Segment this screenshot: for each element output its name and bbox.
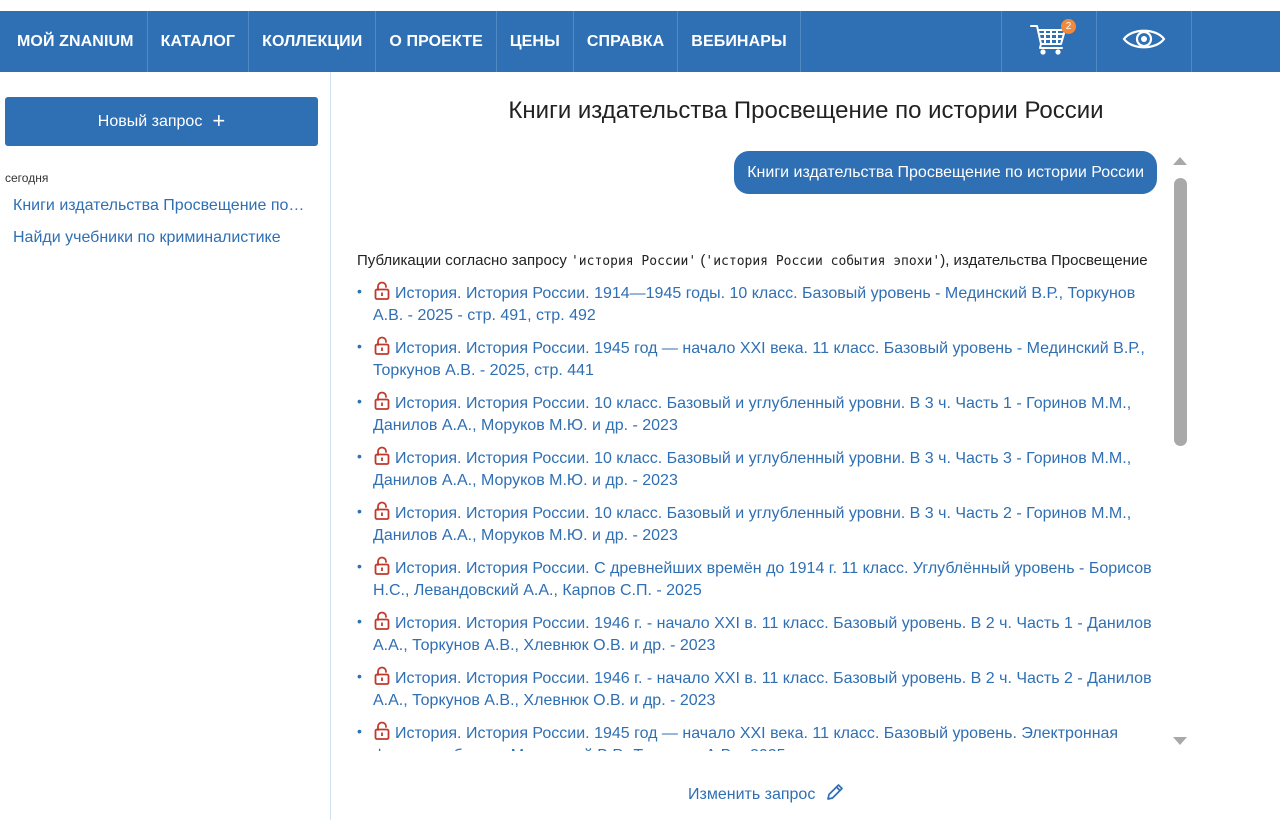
- nav-spacer: [801, 11, 1002, 72]
- nav-tail: [1192, 11, 1280, 72]
- result-item: • История. История России. С древнейших в…: [357, 556, 1152, 599]
- results-list: • История. История России. 1914—1945 годы…: [357, 281, 1157, 751]
- plus-icon: +: [212, 107, 226, 133]
- lock-icon: [373, 336, 391, 361]
- lock-icon: [373, 501, 391, 526]
- result-item: • История. История России. 10 класс. Базо…: [357, 501, 1132, 544]
- history-item[interactable]: Найди учебники по криминалистике: [13, 229, 308, 247]
- scroll-down-arrow[interactable]: [1173, 737, 1187, 745]
- top-navigation: МОЙ ZNANIUM КАТАЛОГ КОЛЛЕКЦИИ О ПРОЕКТЕ …: [0, 11, 1280, 72]
- result-item: • История. История России. 1945 год — нач…: [357, 336, 1145, 379]
- result-item: • История. История России. 10 класс. Базо…: [357, 391, 1132, 434]
- lock-icon: [373, 281, 391, 306]
- result-item: • История. История России. 1946 г. - нача…: [357, 611, 1152, 654]
- answer-intro: Публикации согласно запросу 'история Рос…: [357, 252, 1148, 269]
- scrollbar-thumb[interactable]: [1174, 178, 1187, 446]
- edit-query-button[interactable]: Изменить запрос: [688, 782, 845, 807]
- history-item[interactable]: Книги издательства Просвещение по истори…: [13, 197, 308, 215]
- lock-icon: [373, 556, 391, 581]
- page-title: Книги издательства Просвещение по истори…: [508, 97, 1104, 124]
- lock-icon: [373, 391, 391, 416]
- query-term: 'история России': [570, 254, 697, 269]
- result-link[interactable]: История. История России. 1946 г. - начал…: [373, 615, 1152, 654]
- result-link[interactable]: История. История России. 1945 год — нача…: [373, 725, 1118, 751]
- result-item: • История. История России. 1914—1945 годы…: [357, 281, 1136, 324]
- result-link[interactable]: История. История России. 10 класс. Базов…: [373, 395, 1131, 434]
- result-link[interactable]: История. История России. 1946 г. - начал…: [373, 670, 1152, 709]
- lock-icon: [373, 666, 391, 691]
- result-link[interactable]: История. История России. С древнейших вр…: [373, 560, 1152, 599]
- history-day-label: сегодня: [5, 171, 49, 185]
- nav-prices[interactable]: ЦЕНЫ: [497, 11, 574, 72]
- nav-help[interactable]: СПРАВКА: [574, 11, 679, 72]
- assistant-answer: Публикации согласно запросу 'история Рос…: [357, 251, 1157, 751]
- eye-icon: [1122, 26, 1166, 57]
- accessibility-button[interactable]: [1097, 11, 1192, 72]
- result-link[interactable]: История. История России. 10 класс. Базов…: [373, 505, 1131, 544]
- nav-my-znanium[interactable]: МОЙ ZNANIUM: [0, 11, 148, 72]
- result-link[interactable]: История. История России. 1914—1945 годы.…: [373, 285, 1135, 324]
- new-query-label: Новый запрос: [97, 112, 203, 130]
- nav-catalog[interactable]: КАТАЛОГ: [148, 11, 250, 72]
- nav-webinars[interactable]: ВЕБИНАРЫ: [678, 11, 801, 72]
- scroll-up-arrow[interactable]: [1173, 157, 1187, 165]
- cart-button[interactable]: 2: [1002, 11, 1097, 72]
- result-item: • История. История России. 1946 г. - нача…: [357, 666, 1152, 709]
- page-link[interactable]: , стр. 492: [527, 307, 596, 324]
- chat-area[interactable]: Книги издательства Просвещение по истори…: [340, 148, 1192, 751]
- result-link[interactable]: История. История России. 10 класс. Базов…: [373, 450, 1131, 489]
- result-link[interactable]: История. История России. 1945 год — нача…: [373, 340, 1145, 379]
- result-item: • История. История России. 10 класс. Базо…: [357, 446, 1132, 489]
- lock-icon: [373, 611, 391, 636]
- page-link[interactable]: , стр. 441: [525, 362, 594, 379]
- lock-icon: [373, 721, 391, 746]
- result-item: • История. История России. 1945 год — нач…: [357, 721, 1157, 751]
- user-message-bubble: Книги издательства Просвещение по истори…: [734, 151, 1157, 194]
- sidebar: Новый запрос + сегодня Книги издательств…: [0, 72, 331, 820]
- cart-count-badge: 2: [1061, 19, 1076, 34]
- query-term-extended: 'история России события эпохи': [705, 254, 941, 269]
- new-query-button[interactable]: Новый запрос +: [5, 97, 318, 146]
- nav-collections[interactable]: КОЛЛЕКЦИИ: [249, 11, 377, 72]
- lock-icon: [373, 446, 391, 471]
- edit-query-label: Изменить запрос: [688, 785, 816, 803]
- nav-about[interactable]: О ПРОЕКТЕ: [376, 11, 497, 72]
- pencil-icon: [825, 782, 845, 807]
